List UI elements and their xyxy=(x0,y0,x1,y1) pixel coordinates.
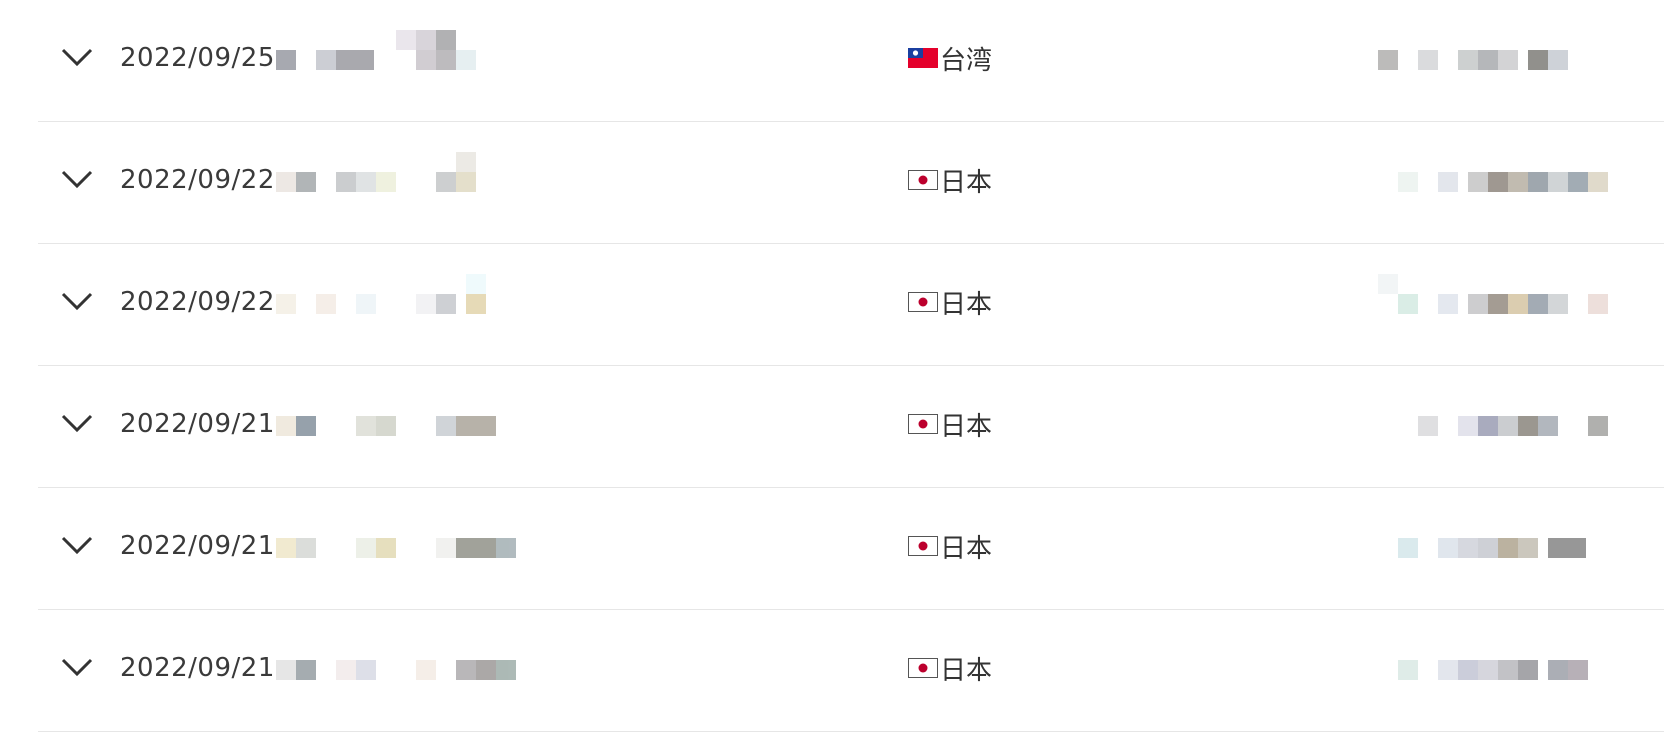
list-item[interactable]: 2022/09/25 台湾 xyxy=(38,0,1664,122)
redacted-content xyxy=(276,274,506,334)
redacted-content xyxy=(276,518,516,578)
japan-flag-icon xyxy=(908,414,938,434)
list-item[interactable]: 2022/09/21 日本 xyxy=(38,610,1664,732)
redacted-content xyxy=(1378,274,1664,334)
country-cell: 日本 xyxy=(908,164,993,198)
list-item[interactable]: 2022/09/21 日本 xyxy=(38,366,1664,488)
history-list: 2022/09/25 台湾 2022/09/22 日本 2022/09/22 日… xyxy=(38,0,1664,732)
country-cell: 日本 xyxy=(908,530,993,564)
redacted-content xyxy=(1378,30,1664,90)
redacted-content xyxy=(276,396,506,456)
chevron-down-icon[interactable] xyxy=(60,411,94,435)
record-date: 2022/09/21 xyxy=(120,531,275,561)
country-name: 日本 xyxy=(940,167,993,198)
chevron-down-icon[interactable] xyxy=(60,167,94,191)
redacted-content xyxy=(276,640,516,700)
redacted-content xyxy=(1378,640,1664,700)
redacted-content xyxy=(1378,152,1664,212)
japan-flag-icon xyxy=(908,292,938,312)
chevron-down-icon[interactable] xyxy=(60,45,94,69)
country-name: 日本 xyxy=(940,289,993,320)
country-name: 日本 xyxy=(940,411,993,442)
chevron-down-icon[interactable] xyxy=(60,655,94,679)
list-item[interactable]: 2022/09/22 日本 xyxy=(38,122,1664,244)
redacted-content xyxy=(1378,518,1664,578)
japan-flag-icon xyxy=(908,170,938,190)
redacted-content xyxy=(276,30,506,90)
country-cell: 日本 xyxy=(908,408,993,442)
list-item[interactable]: 2022/09/22 日本 xyxy=(38,244,1664,366)
record-date: 2022/09/25 xyxy=(120,43,275,73)
record-date: 2022/09/21 xyxy=(120,653,275,683)
japan-flag-icon xyxy=(908,658,938,678)
country-cell: 日本 xyxy=(908,286,993,320)
chevron-down-icon[interactable] xyxy=(60,289,94,313)
chevron-down-icon[interactable] xyxy=(60,533,94,557)
list-item[interactable]: 2022/09/21 日本 xyxy=(38,488,1664,610)
japan-flag-icon xyxy=(908,536,938,556)
country-name: 日本 xyxy=(940,533,993,564)
record-date: 2022/09/22 xyxy=(120,165,275,195)
country-cell: 台湾 xyxy=(908,42,993,76)
taiwan-flag-icon xyxy=(908,48,938,68)
record-date: 2022/09/21 xyxy=(120,409,275,439)
country-name: 日本 xyxy=(940,655,993,686)
redacted-content xyxy=(276,152,506,212)
redacted-content xyxy=(1378,396,1664,456)
country-cell: 日本 xyxy=(908,652,993,686)
country-name: 台湾 xyxy=(940,45,993,76)
record-date: 2022/09/22 xyxy=(120,287,275,317)
